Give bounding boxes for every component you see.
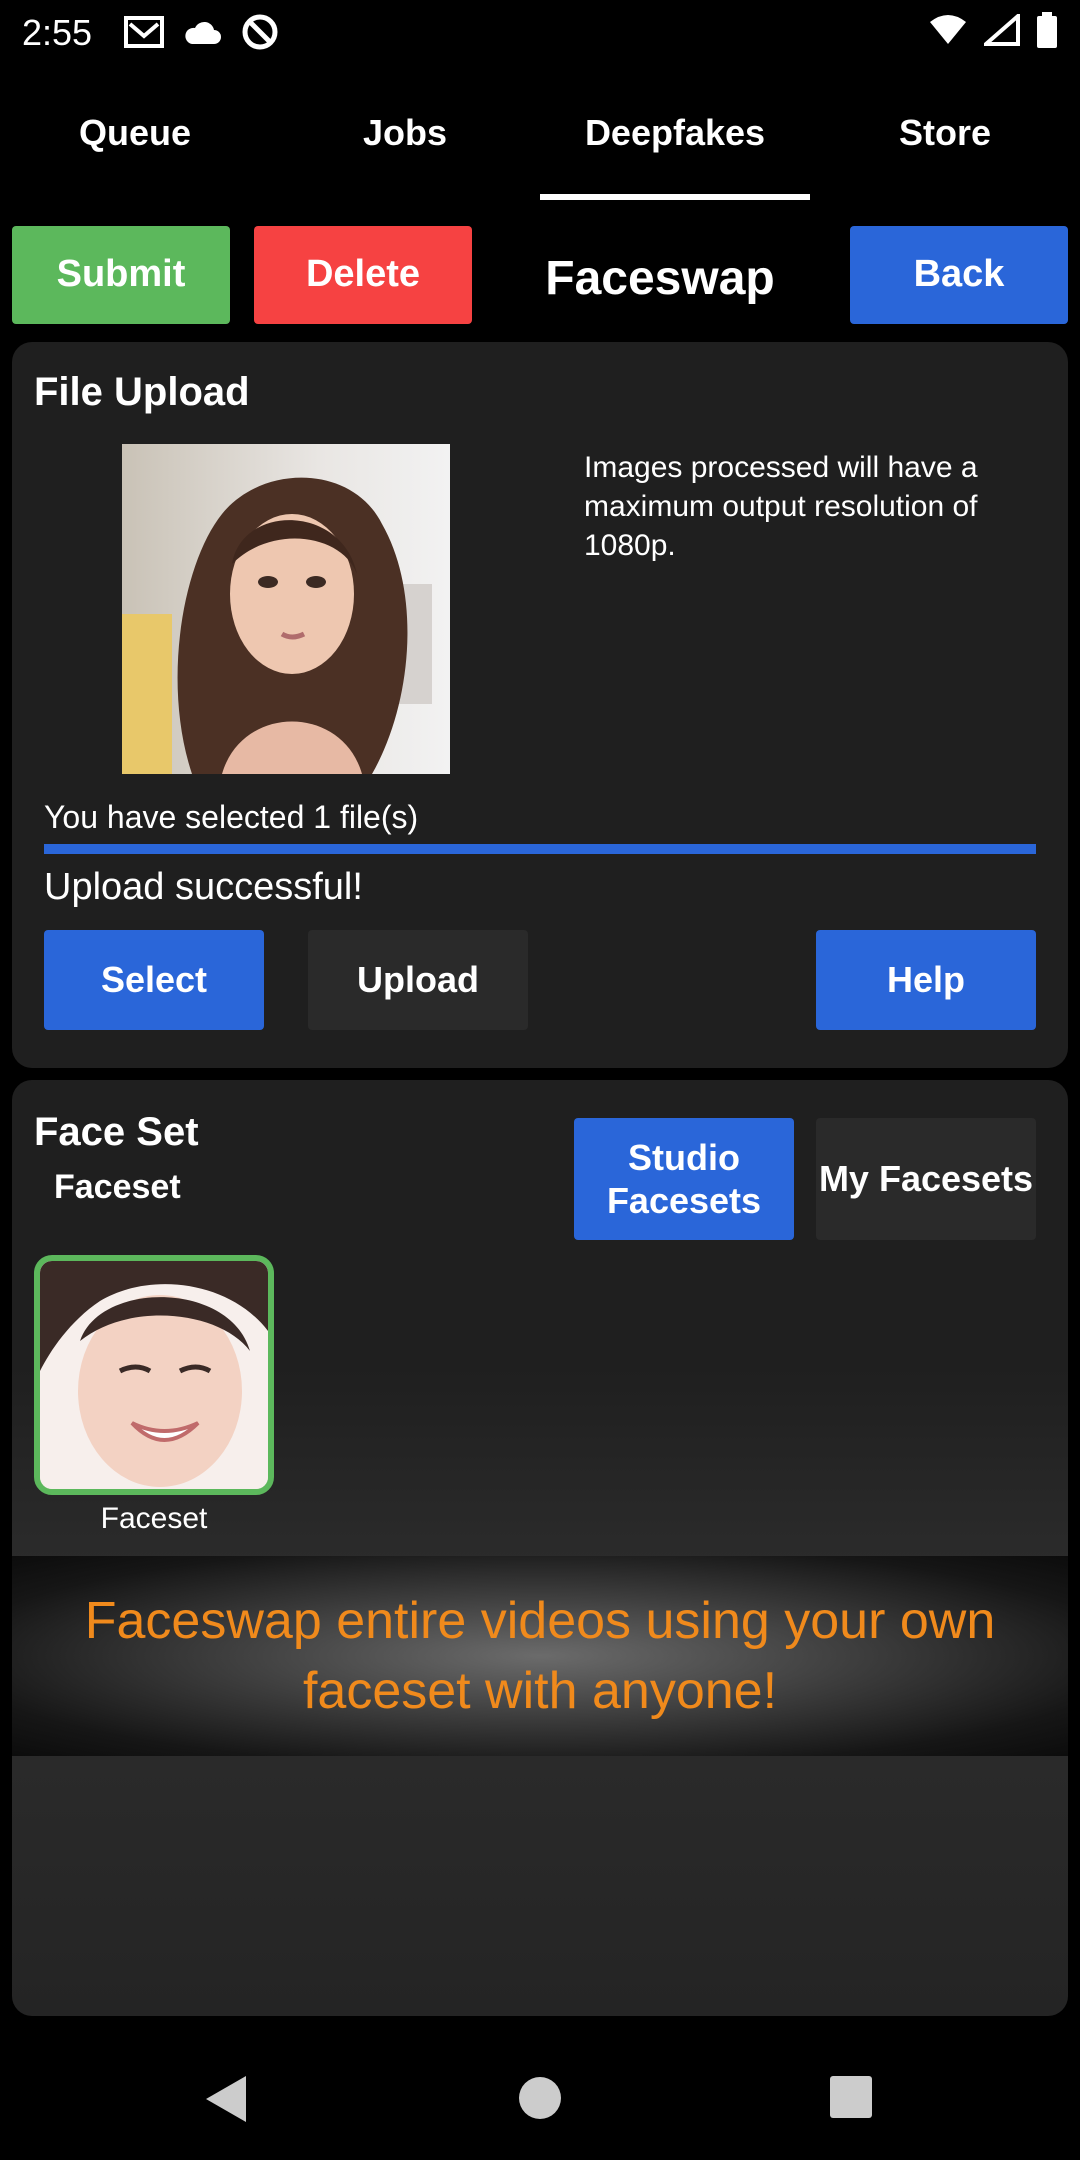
file-upload-title: File Upload bbox=[34, 370, 250, 414]
submit-button[interactable]: Submit bbox=[12, 226, 230, 324]
upload-status: Upload successful! bbox=[44, 866, 363, 908]
home-nav-icon[interactable] bbox=[518, 2076, 562, 2120]
tab-label: Jobs bbox=[362, 112, 448, 153]
upload-button[interactable]: Upload bbox=[308, 930, 528, 1030]
status-icons-left bbox=[124, 12, 280, 52]
resolution-info: Images processed will have a maximum out… bbox=[584, 451, 978, 562]
help-button[interactable]: Help bbox=[816, 930, 1036, 1030]
delete-button[interactable]: Delete bbox=[254, 226, 472, 324]
face-set-subtitle: Faceset bbox=[54, 1168, 181, 1206]
tab-deepfakes[interactable]: Deepfakes bbox=[540, 84, 810, 200]
promo-banner[interactable]: Faceswap entire videos using your own fa… bbox=[12, 1556, 1068, 1756]
page-title: Faceswap bbox=[545, 251, 775, 305]
my-facesets-button[interactable]: My Facesets bbox=[816, 1118, 1036, 1240]
battery-icon bbox=[1037, 12, 1057, 48]
tab-bar: Queue Jobs Deepfakes Store bbox=[0, 84, 1080, 200]
status-bar: 2:55 bbox=[0, 0, 1080, 64]
back-button[interactable]: Back bbox=[850, 226, 1068, 324]
wifi-icon bbox=[930, 15, 966, 44]
face-set-title: Face Set bbox=[34, 1110, 199, 1154]
bottom-panel bbox=[12, 1756, 1068, 2016]
signal-icon bbox=[984, 14, 1020, 46]
status-time: 2:55 bbox=[22, 12, 93, 53]
selected-files-text: You have selected 1 file(s) bbox=[44, 799, 419, 835]
sync-icon bbox=[242, 14, 278, 50]
tab-label: Deepfakes bbox=[584, 112, 766, 153]
cloud-icon bbox=[185, 21, 221, 44]
recents-nav-icon[interactable] bbox=[830, 2076, 872, 2118]
select-button[interactable]: Select bbox=[44, 930, 264, 1030]
gmail-icon bbox=[124, 16, 164, 48]
studio-facesets-button[interactable]: Studio Facesets bbox=[574, 1118, 794, 1240]
tab-jobs[interactable]: Jobs bbox=[270, 84, 540, 200]
promo-banner-text: Faceswap entire videos using your own fa… bbox=[84, 1592, 996, 1720]
faceset-label: Faceset bbox=[100, 1502, 208, 1535]
tab-label: Queue bbox=[78, 112, 192, 153]
tab-queue[interactable]: Queue bbox=[0, 84, 270, 200]
status-icons-right bbox=[928, 12, 1058, 48]
back-nav-icon[interactable] bbox=[204, 2074, 248, 2124]
uploaded-image-preview bbox=[122, 444, 450, 774]
faceset-thumbnail[interactable] bbox=[34, 1255, 274, 1495]
upload-progress-bar bbox=[44, 844, 1036, 854]
upload-progress-fill bbox=[44, 844, 1036, 854]
tab-label: Store bbox=[898, 112, 992, 153]
tab-store[interactable]: Store bbox=[810, 84, 1080, 200]
navigation-bar bbox=[0, 2040, 1080, 2160]
